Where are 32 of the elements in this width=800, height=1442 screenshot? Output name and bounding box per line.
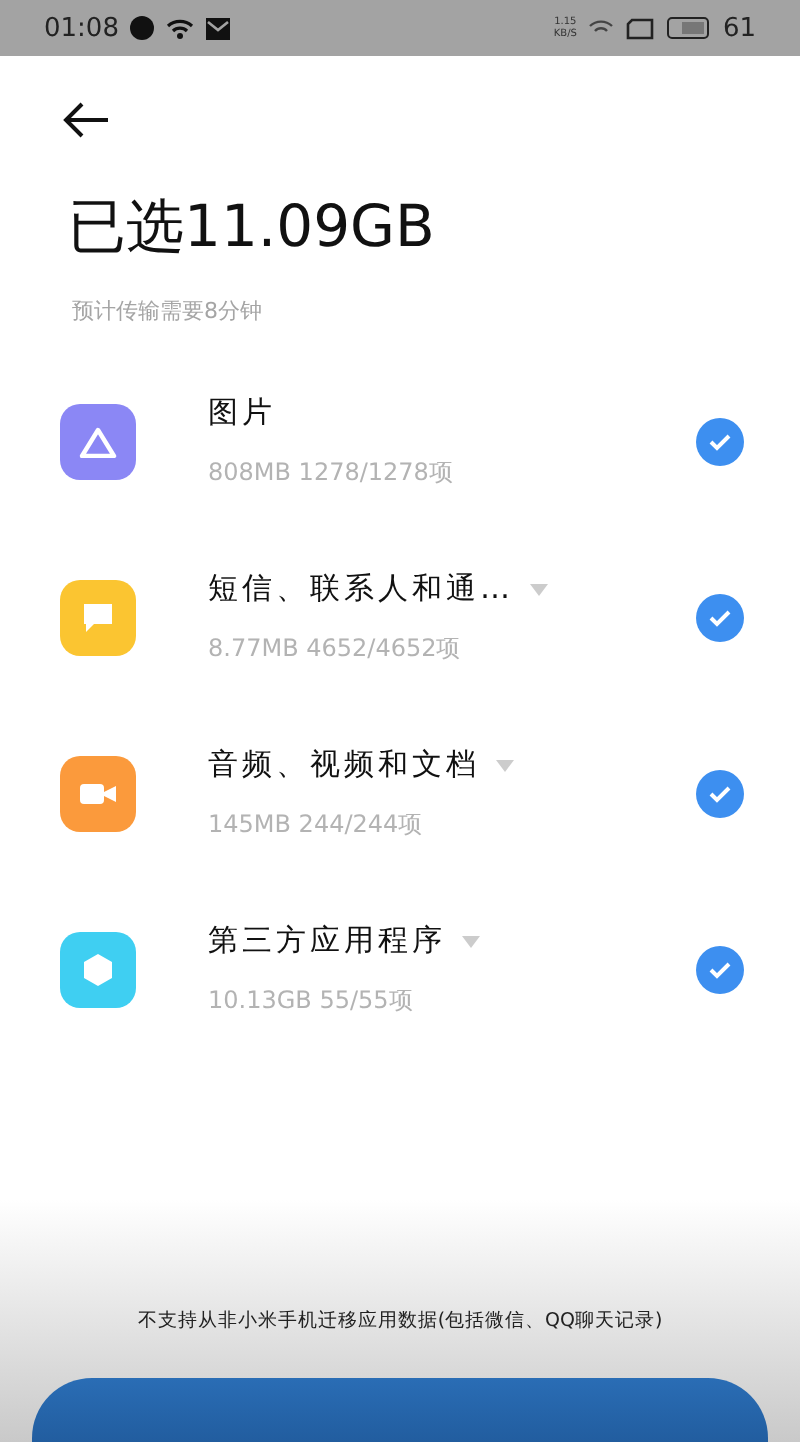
estimated-time: 预计传输需要8分钟: [72, 296, 264, 326]
category-details: 808MB 1278/1278项: [208, 456, 455, 490]
mountain-icon: [78, 426, 118, 458]
checkbox[interactable]: [696, 418, 744, 466]
checkmark-icon: [708, 784, 732, 804]
checkmark-icon: [708, 960, 732, 980]
back-icon[interactable]: [60, 100, 112, 140]
category-name: 图片: [208, 394, 276, 432]
chat-bubble-icon: [78, 600, 118, 636]
hexagon-icon: [78, 950, 118, 990]
sim-card-icon: [626, 17, 655, 39]
category-name: 第三方应用程序: [208, 922, 446, 960]
checkbox[interactable]: [696, 770, 744, 818]
category-name: 短信、联系人和通…: [208, 570, 514, 608]
checkmark-icon: [708, 432, 732, 452]
category-details: 10.13GB 55/55项: [208, 984, 415, 1018]
notification-dot-icon: [130, 16, 155, 40]
wifi-icon: [588, 19, 615, 37]
selected-size-title: 已选11.09GB: [68, 190, 437, 264]
wifi-icon: [166, 17, 195, 39]
category-name: 音频、视频和文档: [208, 746, 480, 784]
notice-text: 不支持从非小米手机迁移应用数据(包括微信、QQ聊天记录): [135, 1308, 665, 1334]
category-details: 145MB 244/244项: [208, 808, 425, 842]
category-details: 8.77MB 4652/4652项: [208, 632, 463, 666]
mail-icon: [206, 17, 231, 39]
battery-icon: [666, 16, 711, 40]
checkmark-icon: [708, 608, 732, 628]
battery-level: 61: [722, 13, 756, 43]
checkbox[interactable]: [696, 594, 744, 642]
clock: 01:08: [44, 13, 119, 43]
video-camera-icon: [78, 780, 118, 808]
checkbox[interactable]: [696, 946, 744, 994]
